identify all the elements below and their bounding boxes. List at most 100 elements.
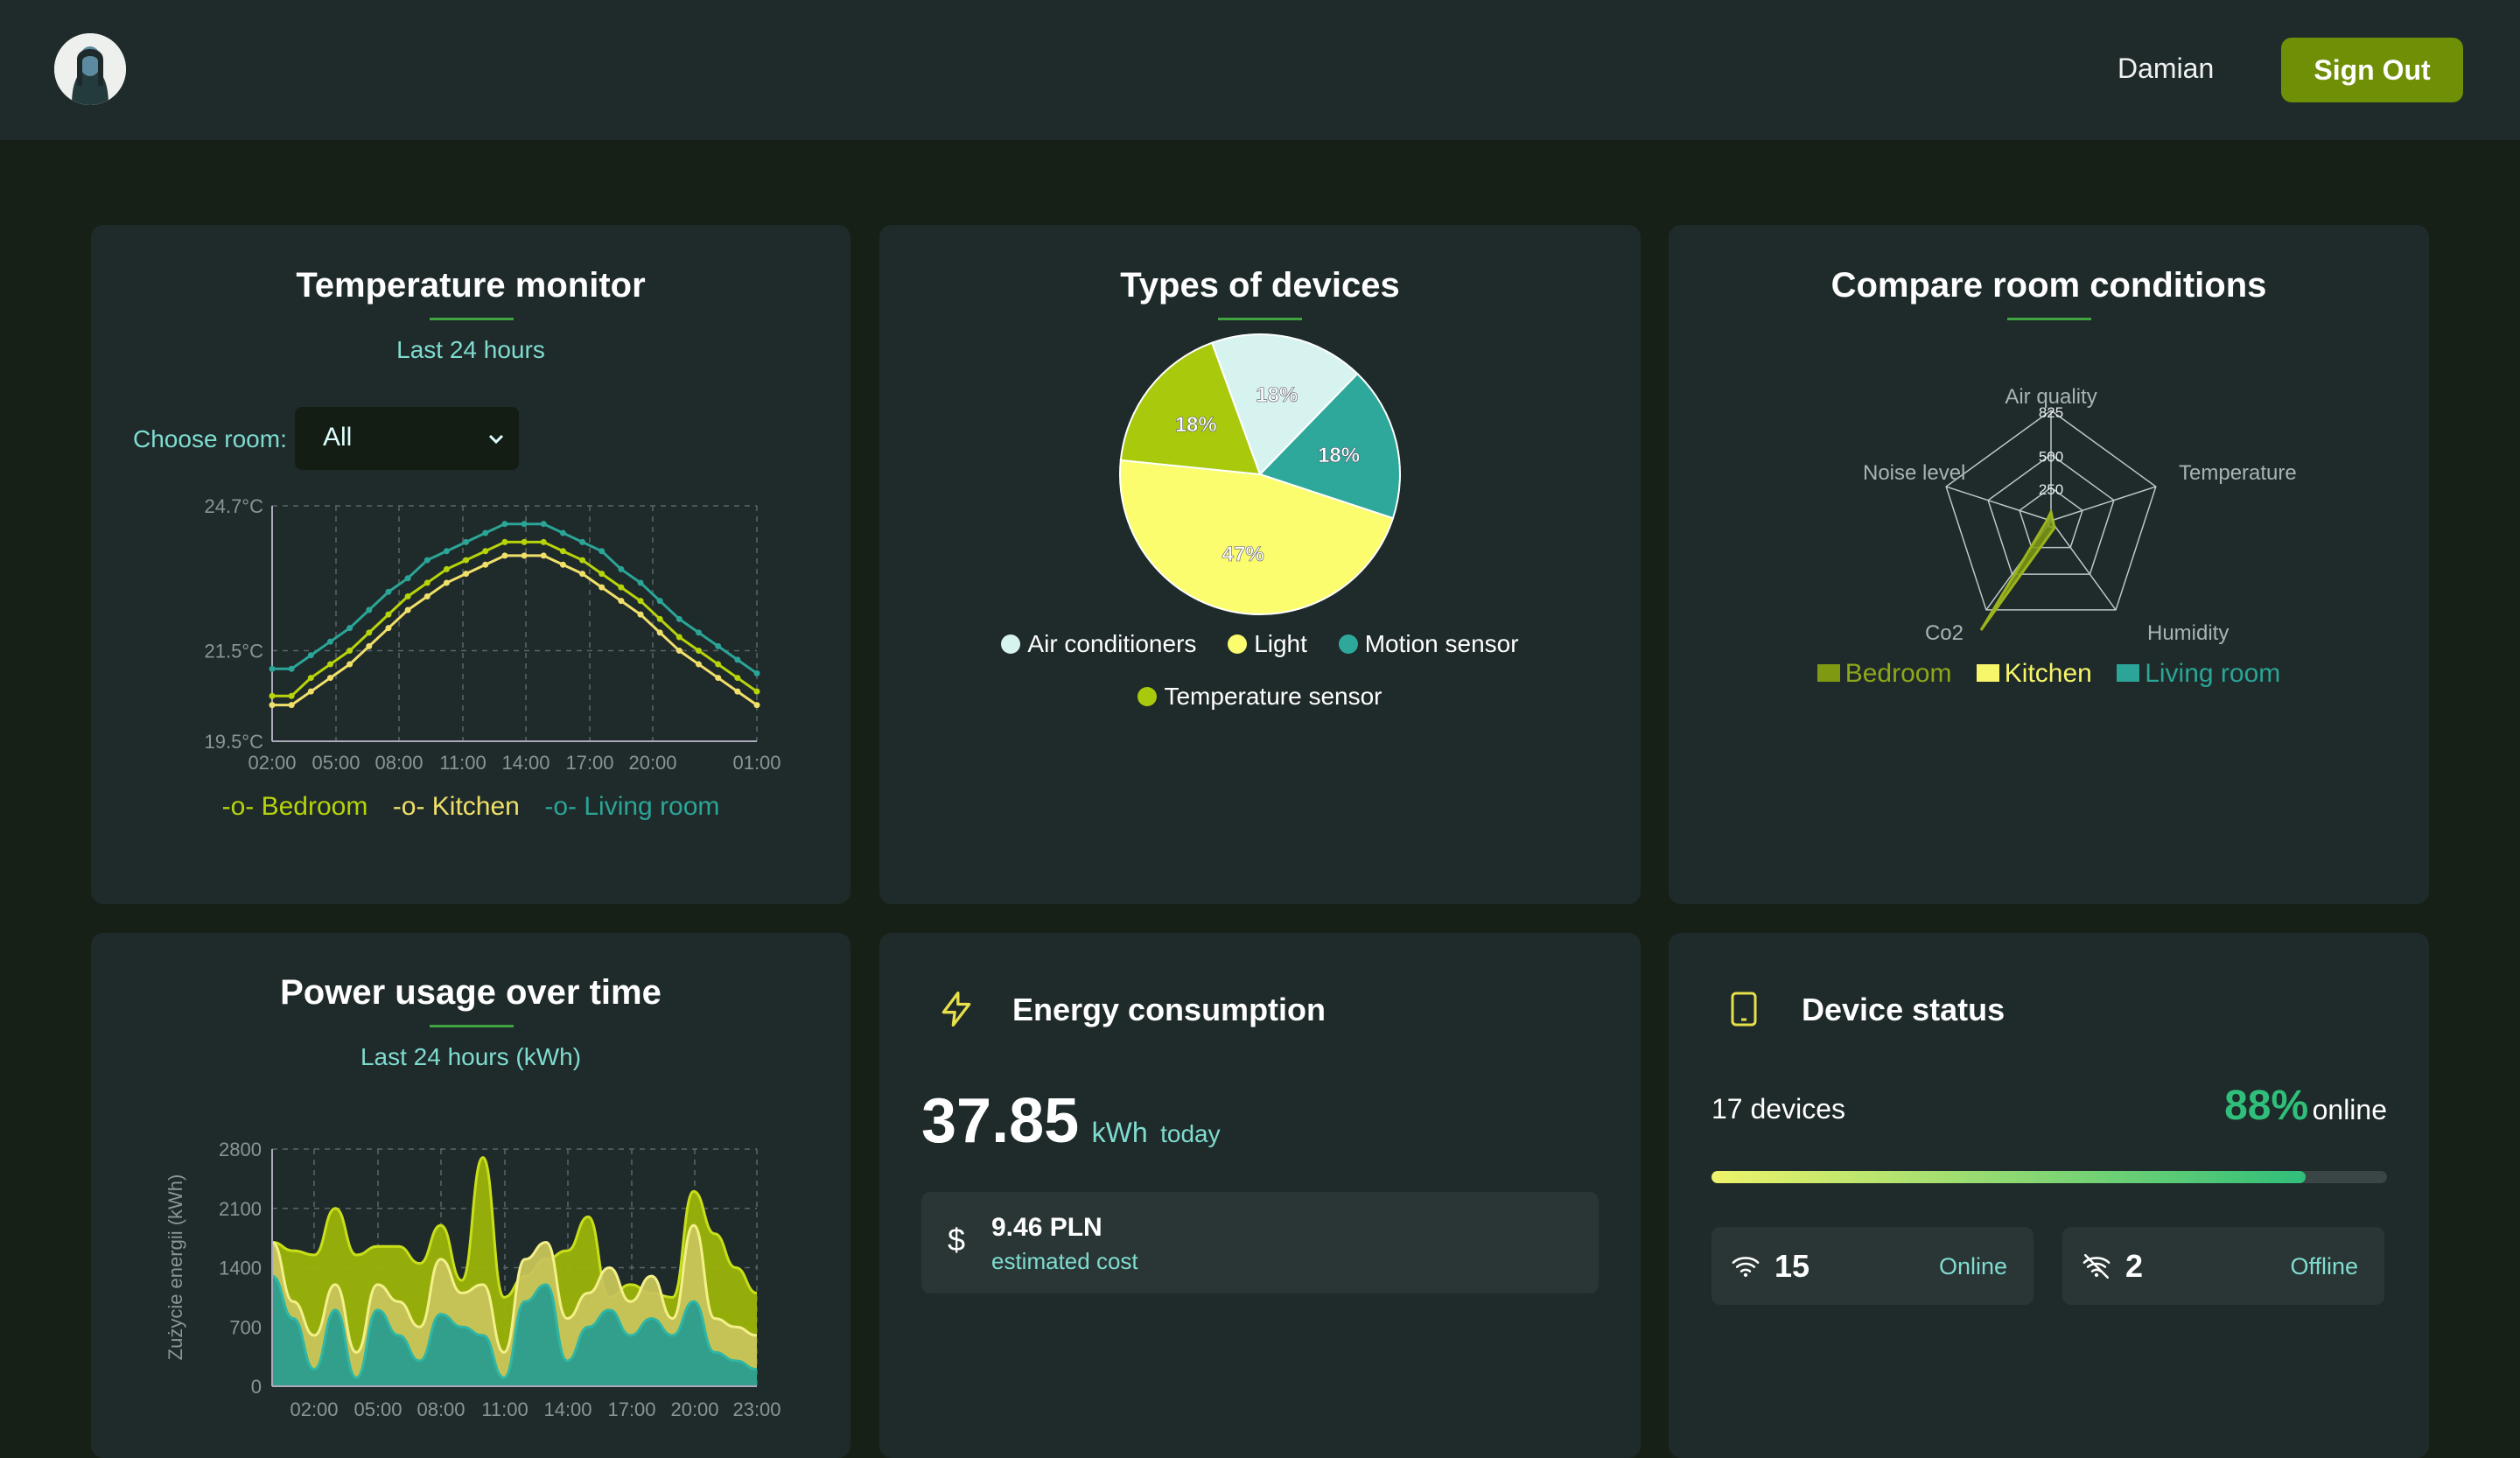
data-point — [482, 529, 489, 536]
data-point — [656, 615, 663, 622]
legend-kitchen[interactable]: Kitchen — [1976, 659, 2092, 688]
line-marker-icon: -ο- — [544, 792, 577, 821]
slice-label: 18% — [1318, 444, 1360, 467]
legend-living-room[interactable]: -ο- Living room — [544, 792, 719, 821]
y-tick-label: 1400 — [219, 1258, 262, 1279]
data-point — [404, 592, 411, 599]
data-point — [385, 611, 392, 618]
x-tick-label: 20:00 — [670, 1398, 718, 1419]
data-point — [559, 561, 566, 568]
x-tick-label: 11:00 — [439, 752, 486, 774]
radar-axis-label: Humidity — [2147, 621, 2229, 645]
title-underline — [2007, 318, 2091, 320]
dot-icon — [1338, 634, 1358, 654]
data-point — [443, 565, 450, 572]
y-tick-label: 700 — [229, 1316, 262, 1338]
sign-out-button[interactable]: Sign Out — [2281, 38, 2463, 102]
y-tick-label: 21.5°C — [204, 641, 263, 662]
radar-axis-label: Noise level — [1863, 461, 1965, 485]
y-tick-label: 2800 — [219, 1139, 262, 1160]
x-tick-label: 20:00 — [628, 752, 676, 774]
data-point — [326, 638, 333, 645]
data-point — [346, 661, 354, 668]
energy-unit: kWh — [1091, 1117, 1148, 1148]
x-tick-label: 14:00 — [543, 1398, 592, 1419]
legend-motion-sensor-label: Motion sensor — [1364, 630, 1519, 657]
y-tick-label: 19.5°C — [204, 731, 263, 753]
data-point — [269, 665, 276, 672]
data-point — [521, 538, 528, 545]
power-area-chart: 2800 2100 1400 700 0 02:00 05:00 08:00 11:00 14:0… — [164, 1139, 781, 1419]
data-point — [366, 629, 373, 636]
legend-temperature-sensor[interactable]: Temperature sensor — [1138, 683, 1382, 710]
x-tick-label: 11:00 — [481, 1398, 528, 1419]
avatar-portrait-icon — [54, 33, 126, 105]
data-point — [637, 579, 644, 586]
legend-light[interactable]: Light — [1228, 630, 1307, 657]
x-tick-label: 01:00 — [732, 752, 780, 774]
legend-kitchen[interactable]: -ο- Kitchen — [393, 792, 520, 821]
data-point — [366, 606, 373, 613]
energy-value-row: 37.85 kWh today — [921, 1085, 1221, 1157]
data-point — [307, 675, 314, 682]
devices-pie-chart: 18% 18% 47% 18% — [1119, 333, 1401, 615]
data-point — [598, 571, 606, 578]
data-point — [579, 557, 586, 564]
compare-title: Compare room conditions — [1830, 266, 2267, 305]
energy-period: today — [1160, 1120, 1221, 1147]
dot-icon — [1001, 634, 1021, 654]
online-progress-track — [1712, 1171, 2387, 1183]
x-tick-label: 05:00 — [312, 752, 360, 774]
title-underline — [430, 1025, 514, 1027]
x-tick-label: 02:00 — [248, 752, 296, 774]
data-point — [559, 548, 566, 555]
data-point — [559, 529, 566, 536]
legend-temperature-sensor-label: Temperature sensor — [1164, 683, 1382, 710]
data-point — [366, 642, 373, 649]
x-tick-label: 08:00 — [416, 1398, 465, 1419]
data-point — [696, 629, 703, 636]
x-tick-label: 17:00 — [565, 752, 613, 774]
series-line — [272, 540, 758, 697]
title-underline — [1218, 318, 1302, 320]
offline-label: Offline — [2290, 1253, 2358, 1279]
data-point — [385, 588, 392, 595]
room-select[interactable]: All — [295, 407, 519, 470]
data-point — [753, 669, 760, 676]
data-point — [307, 652, 314, 659]
data-point — [637, 598, 644, 605]
line-marker-icon: -ο- — [392, 792, 425, 821]
radar-tick-label: 250 — [2039, 481, 2063, 498]
estimated-cost-box: $ 9.46 PLN estimated cost — [921, 1192, 1599, 1293]
cost-value: 9.46 PLN — [991, 1213, 1102, 1242]
legend-air-conditioners-label: Air conditioners — [1027, 630, 1197, 657]
y-axis-label: Zużycie energii (kWh) — [164, 1174, 186, 1361]
data-point — [269, 692, 276, 699]
data-point — [598, 548, 606, 555]
devices-title: Types of devices — [1120, 266, 1400, 305]
x-tick-label: 02:00 — [290, 1398, 338, 1419]
energy-title: Energy consumption — [1012, 992, 1326, 1027]
data-point — [521, 552, 528, 559]
radar-spoke — [1945, 486, 2052, 522]
data-point — [715, 642, 722, 649]
legend-motion-sensor[interactable]: Motion sensor — [1338, 630, 1519, 657]
wifi-icon — [1732, 1257, 1760, 1278]
data-point — [463, 538, 470, 545]
data-point — [618, 584, 625, 591]
chevron-down-icon — [488, 434, 504, 445]
legend-bedroom[interactable]: -ο- Bedroom — [222, 792, 368, 821]
legend-air-conditioners[interactable]: Air conditioners — [1001, 630, 1196, 657]
data-point — [696, 661, 703, 668]
radar-tick-label: 500 — [2039, 448, 2063, 465]
username: Damian — [2118, 53, 2215, 84]
y-tick-label: 24.7°C — [204, 495, 263, 517]
legend-living-room[interactable]: Living room — [2117, 659, 2280, 688]
radar-chart: Air qualityTemperatureHumidityCo2Noise l… — [1863, 385, 2297, 645]
legend-bedroom[interactable]: Bedroom — [1816, 659, 1951, 688]
data-point — [618, 565, 625, 572]
user-avatar[interactable] — [54, 33, 126, 105]
device-status-card — [1669, 933, 2429, 1458]
data-point — [656, 598, 663, 605]
data-point — [618, 598, 625, 605]
